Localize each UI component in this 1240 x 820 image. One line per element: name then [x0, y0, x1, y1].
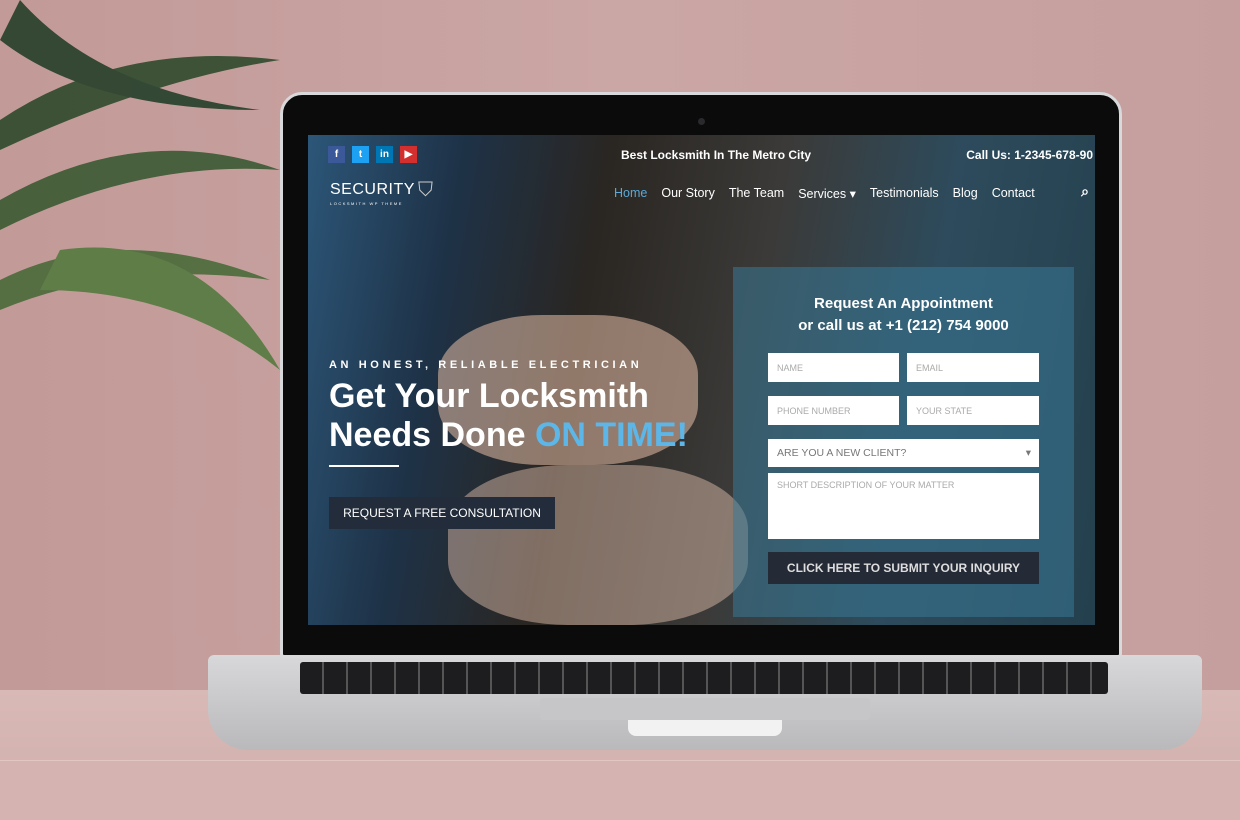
hero-headline: Get Your Locksmith Needs Done ON TIME! [329, 377, 688, 455]
nav-testimonials[interactable]: Testimonials [870, 186, 939, 201]
nav-home[interactable]: Home [614, 186, 647, 201]
new-client-select[interactable]: ARE YOU A NEW CLIENT? ▾ [768, 439, 1039, 467]
nav-our-story[interactable]: Our Story [661, 186, 715, 201]
social-links: f t in ▶ [328, 146, 417, 163]
logo-subtitle: LOCKSMITH WP THEME [330, 201, 403, 206]
new-client-select-value: ARE YOU A NEW CLIENT? [777, 447, 907, 459]
name-input[interactable]: NAME [768, 353, 899, 382]
logo-text: SECURITY [330, 181, 415, 198]
state-input[interactable]: YOUR STATE [907, 396, 1039, 425]
top-bar: f t in ▶ Best Locksmith In The Metro Cit… [308, 145, 1095, 165]
form-title: Request An Appointment or call us at +1 … [733, 293, 1074, 337]
description-textarea[interactable]: SHORT DESCRIPTION OF YOUR MATTER [768, 473, 1039, 539]
tagline: Best Locksmith In The Metro City [621, 148, 812, 162]
form-title-line-1: Request An Appointment [814, 295, 993, 312]
facebook-icon[interactable]: f [328, 146, 345, 163]
search-icon[interactable]: ⌕ [1081, 183, 1089, 200]
email-input[interactable]: EMAIL [907, 353, 1039, 382]
website-screen: f t in ▶ Best Locksmith In The Metro Cit… [308, 135, 1095, 625]
headline-highlight: ON TIME! [534, 416, 688, 454]
nav-contact[interactable]: Contact [992, 186, 1035, 201]
shield-icon: ⛉ [418, 179, 433, 201]
hero-section: AN HONEST, RELIABLE ELECTRICIAN Get Your… [329, 359, 688, 467]
nav-the-team[interactable]: The Team [729, 186, 784, 201]
appointment-form: Request An Appointment or call us at +1 … [733, 267, 1074, 617]
call-us-phone[interactable]: Call Us: 1-2345-678-90 [966, 148, 1093, 162]
shelf-edge [0, 760, 1240, 820]
trackpad [540, 698, 870, 720]
keyboard [300, 662, 1108, 694]
headline-line-1: Get Your Locksmith [329, 377, 649, 415]
lid-notch [628, 720, 782, 736]
webcam [698, 118, 705, 125]
free-consultation-button[interactable]: REQUEST A FREE CONSULTATION [329, 497, 555, 529]
twitter-icon[interactable]: t [352, 146, 369, 163]
form-title-line-2: or call us at +1 (212) 754 9000 [798, 317, 1009, 334]
site-logo[interactable]: SECURITY LOCKSMITH WP THEME ⛉ [330, 179, 433, 206]
nav-blog[interactable]: Blog [953, 186, 978, 201]
plant-decoration [0, 0, 280, 370]
headline-divider [329, 465, 399, 467]
headline-line-2: Needs Done [329, 416, 535, 454]
phone-input[interactable]: PHONE NUMBER [768, 396, 899, 425]
hero-image-hand [448, 465, 748, 625]
nav-services[interactable]: Services ▾ [798, 186, 856, 201]
chevron-down-icon: ▾ [1025, 447, 1031, 459]
linkedin-icon[interactable]: in [376, 146, 393, 163]
youtube-icon[interactable]: ▶ [400, 146, 417, 163]
hero-eyebrow: AN HONEST, RELIABLE ELECTRICIAN [329, 359, 643, 371]
main-nav: Home Our Story The Team Services ▾ Testi… [614, 186, 1035, 201]
submit-inquiry-button[interactable]: CLICK HERE TO SUBMIT YOUR INQUIRY [768, 552, 1039, 584]
